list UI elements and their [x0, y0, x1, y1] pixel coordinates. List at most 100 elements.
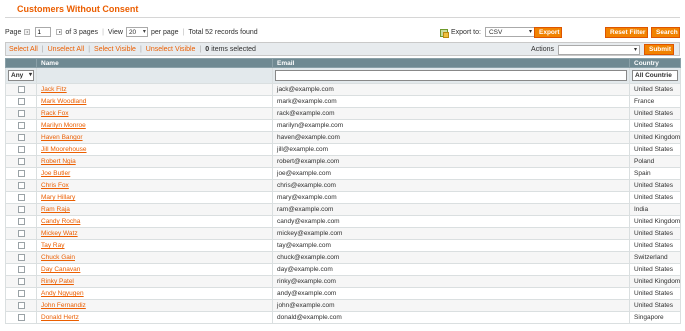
email-cell: rack@example.com	[272, 107, 630, 120]
row-checkbox[interactable]	[17, 253, 25, 261]
name-cell: Mary Hillary	[36, 191, 273, 204]
submit-button[interactable]: Submit	[644, 44, 674, 55]
per-page-select[interactable]: 20	[125, 27, 148, 37]
row-checkbox[interactable]	[17, 157, 25, 165]
customer-name-link[interactable]: Ram Raja	[41, 206, 70, 213]
row-checkbox[interactable]	[17, 193, 25, 201]
name-cell: Marilyn Monroe	[36, 119, 273, 132]
row-checkbox[interactable]	[17, 205, 25, 213]
table-row[interactable]: Candy Rocha candy@example.com United Kingd…	[5, 215, 681, 228]
row-checkbox[interactable]	[17, 181, 25, 189]
customer-name-link[interactable]: Andy Ngyugen	[41, 290, 84, 297]
country-filter-select[interactable]: All Countrie	[632, 70, 678, 81]
row-checkbox[interactable]	[17, 121, 25, 129]
table-row[interactable]: Day Canavan day@example.com United States	[5, 263, 681, 276]
massaction-bar: Select All | Unselect All | Select Visib…	[5, 42, 680, 56]
customer-name-link[interactable]: Marilyn Monroe	[41, 122, 86, 129]
table-row[interactable]: Donald Hertz donald@example.com Singapore	[5, 311, 681, 324]
customer-name-link[interactable]: Chuck Gain	[41, 254, 75, 261]
table-row[interactable]: Mary Hillary mary@example.com United State…	[5, 191, 681, 204]
select-all-link[interactable]: Select All	[9, 46, 38, 53]
actions-controls: Actions Submit	[531, 44, 674, 55]
customer-name-link[interactable]: Mickey Watz	[41, 230, 78, 237]
email-cell: mark@example.com	[272, 95, 630, 108]
table-row[interactable]: Rack Fox rack@example.com United States	[5, 107, 681, 120]
customer-name-link[interactable]: Robert Ngia	[41, 158, 76, 165]
pager-separator: |	[182, 28, 185, 36]
row-checkbox[interactable]	[17, 109, 25, 117]
customer-name-link[interactable]: Chris Fox	[41, 182, 69, 189]
country-cell: United Kingdom	[629, 275, 681, 288]
table-row[interactable]: Tay Ray tay@example.com United States	[5, 239, 681, 252]
column-header-name[interactable]: Name	[36, 58, 273, 68]
table-row[interactable]: Ram Raja ram@example.com India	[5, 203, 681, 216]
unselect-visible-link[interactable]: Unselect Visible	[146, 46, 196, 53]
email-cell: chuck@example.com	[272, 251, 630, 264]
customer-name-link[interactable]: Day Canavan	[41, 266, 80, 273]
previous-page-icon[interactable]	[24, 29, 31, 35]
table-row[interactable]: Jill Moorehouse jill@example.com United St…	[5, 143, 681, 156]
row-checkbox[interactable]	[17, 229, 25, 237]
column-header-email[interactable]: Email	[272, 58, 630, 68]
actions-select[interactable]	[558, 44, 640, 55]
table-row[interactable]: Mickey Watz mickey@example.com United Stat…	[5, 227, 681, 240]
row-checkbox[interactable]	[17, 97, 25, 105]
customer-name-link[interactable]: Donald Hertz	[41, 314, 79, 321]
customer-name-link[interactable]: Mark Woodland	[41, 98, 86, 105]
export-button[interactable]: Export	[534, 27, 562, 38]
email-filter-input[interactable]	[275, 70, 627, 81]
row-select-cell	[5, 227, 37, 240]
search-button[interactable]: Search	[651, 27, 680, 38]
unselect-all-link[interactable]: Unselect All	[48, 46, 85, 53]
table-row[interactable]: Chris Fox chris@example.com United States	[5, 179, 681, 192]
customer-name-link[interactable]: Haven Bangor	[41, 134, 83, 141]
row-checkbox[interactable]	[17, 289, 25, 297]
customer-name-link[interactable]: Joe Butler	[41, 170, 70, 177]
select-visible-link[interactable]: Select Visible	[94, 46, 136, 53]
customer-name-link[interactable]: Jill Moorehouse	[41, 146, 87, 153]
customer-name-link[interactable]: Mary Hillary	[41, 194, 75, 201]
massaction-separator: |	[88, 45, 91, 53]
next-page-icon[interactable]	[56, 29, 63, 35]
email-cell: day@example.com	[272, 263, 630, 276]
customer-name-link[interactable]: Jack Fitz	[41, 86, 67, 93]
table-row[interactable]: John Fernandiz john@example.com United Sta…	[5, 299, 681, 312]
filter-cell-select: Any	[5, 67, 37, 84]
customer-name-link[interactable]: Rinky Patel	[41, 278, 74, 285]
row-select-cell	[5, 143, 37, 156]
row-checkbox[interactable]	[17, 313, 25, 321]
customer-name-link[interactable]: Rack Fox	[41, 110, 68, 117]
customer-name-link[interactable]: John Fernandiz	[41, 302, 86, 309]
row-checkbox[interactable]	[17, 265, 25, 273]
spreadsheet-icon	[440, 28, 449, 38]
checkbox-filter-select[interactable]: Any	[8, 70, 34, 81]
row-checkbox[interactable]	[17, 85, 25, 93]
name-cell: Chris Fox	[36, 179, 273, 192]
customer-name-link[interactable]: Tay Ray	[41, 242, 64, 249]
name-cell: Donald Hertz	[36, 311, 273, 324]
row-checkbox[interactable]	[17, 217, 25, 225]
table-row[interactable]: Jack Fitz jack@example.com United States	[5, 83, 681, 96]
column-header-country[interactable]: Country	[629, 58, 681, 68]
row-checkbox[interactable]	[17, 145, 25, 153]
export-format-select[interactable]: CSV	[484, 27, 535, 37]
row-checkbox[interactable]	[17, 301, 25, 309]
table-row[interactable]: Robert Ngia robert@example.com Poland	[5, 155, 681, 168]
row-checkbox[interactable]	[17, 133, 25, 141]
reset-filter-button[interactable]: Reset Filter	[605, 27, 648, 38]
massaction-separator: |	[199, 45, 202, 53]
table-row[interactable]: Joe Butler joe@example.com Spain	[5, 167, 681, 180]
table-row[interactable]: Chuck Gain chuck@example.com Switzerland	[5, 251, 681, 264]
row-checkbox[interactable]	[17, 277, 25, 285]
row-checkbox[interactable]	[17, 241, 25, 249]
table-row[interactable]: Haven Bangor haven@example.com United King…	[5, 131, 681, 144]
table-row[interactable]: Andy Ngyugen andy@example.com United State…	[5, 287, 681, 300]
email-cell: joe@example.com	[272, 167, 630, 180]
country-cell: United States	[629, 239, 681, 252]
table-row[interactable]: Marilyn Monroe marilyn@example.com United …	[5, 119, 681, 132]
customer-name-link[interactable]: Candy Rocha	[41, 218, 80, 225]
table-row[interactable]: Mark Woodland mark@example.com France	[5, 95, 681, 108]
row-checkbox[interactable]	[17, 169, 25, 177]
table-row[interactable]: Rinky Patel rinky@example.com United Kingd…	[5, 275, 681, 288]
page-input[interactable]	[35, 27, 52, 37]
